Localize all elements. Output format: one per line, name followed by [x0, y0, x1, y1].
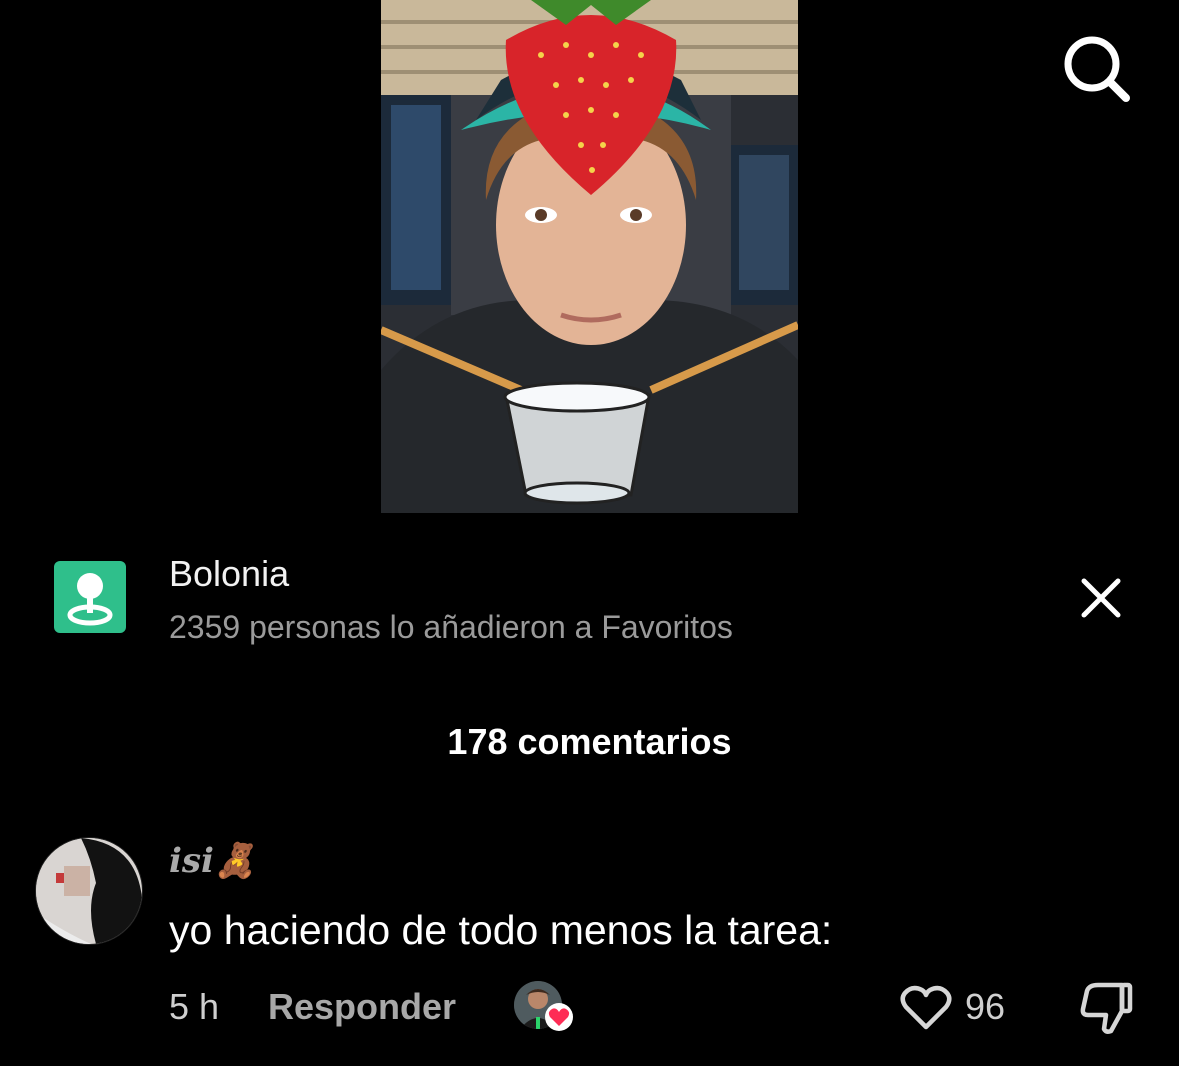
- search-icon: [1064, 36, 1130, 102]
- comment-item: isi🧸 yo haciendo de todo menos la tarea:…: [0, 835, 1179, 1055]
- video-frame-illustration: [381, 0, 798, 513]
- location-icon-tile: [54, 561, 126, 633]
- close-location-button[interactable]: [1080, 577, 1122, 619]
- location-favorites-count: 2359 personas lo añadieron a Favoritos: [169, 609, 733, 645]
- search-button[interactable]: [1058, 32, 1134, 104]
- video-preview[interactable]: [381, 0, 798, 513]
- reply-button[interactable]: Responder: [268, 985, 456, 1029]
- creator-liked-badge: [514, 981, 574, 1033]
- comment-text: yo haciendo de todo menos la tarea:: [169, 907, 833, 953]
- comment-username[interactable]: isi🧸: [169, 837, 256, 885]
- thumbs-down-icon: [1080, 982, 1133, 1034]
- like-button[interactable]: [900, 985, 952, 1031]
- location-name: Bolonia: [169, 553, 290, 594]
- dislike-button[interactable]: [1078, 981, 1134, 1035]
- heart-outline-icon: [900, 985, 952, 1030]
- comments-count-label: 178 comentarios: [447, 721, 732, 762]
- avatar[interactable]: [36, 838, 142, 944]
- map-pin-icon: [67, 573, 113, 626]
- location-card[interactable]: Bolonia 2359 personas lo añadieron a Fav…: [54, 553, 1144, 645]
- like-count: 96: [965, 986, 1006, 1027]
- avatar-photo: [36, 838, 142, 944]
- comment-timestamp: 5 h: [169, 986, 220, 1027]
- heart-badge-icon: [545, 1003, 573, 1031]
- close-icon: [1081, 578, 1121, 618]
